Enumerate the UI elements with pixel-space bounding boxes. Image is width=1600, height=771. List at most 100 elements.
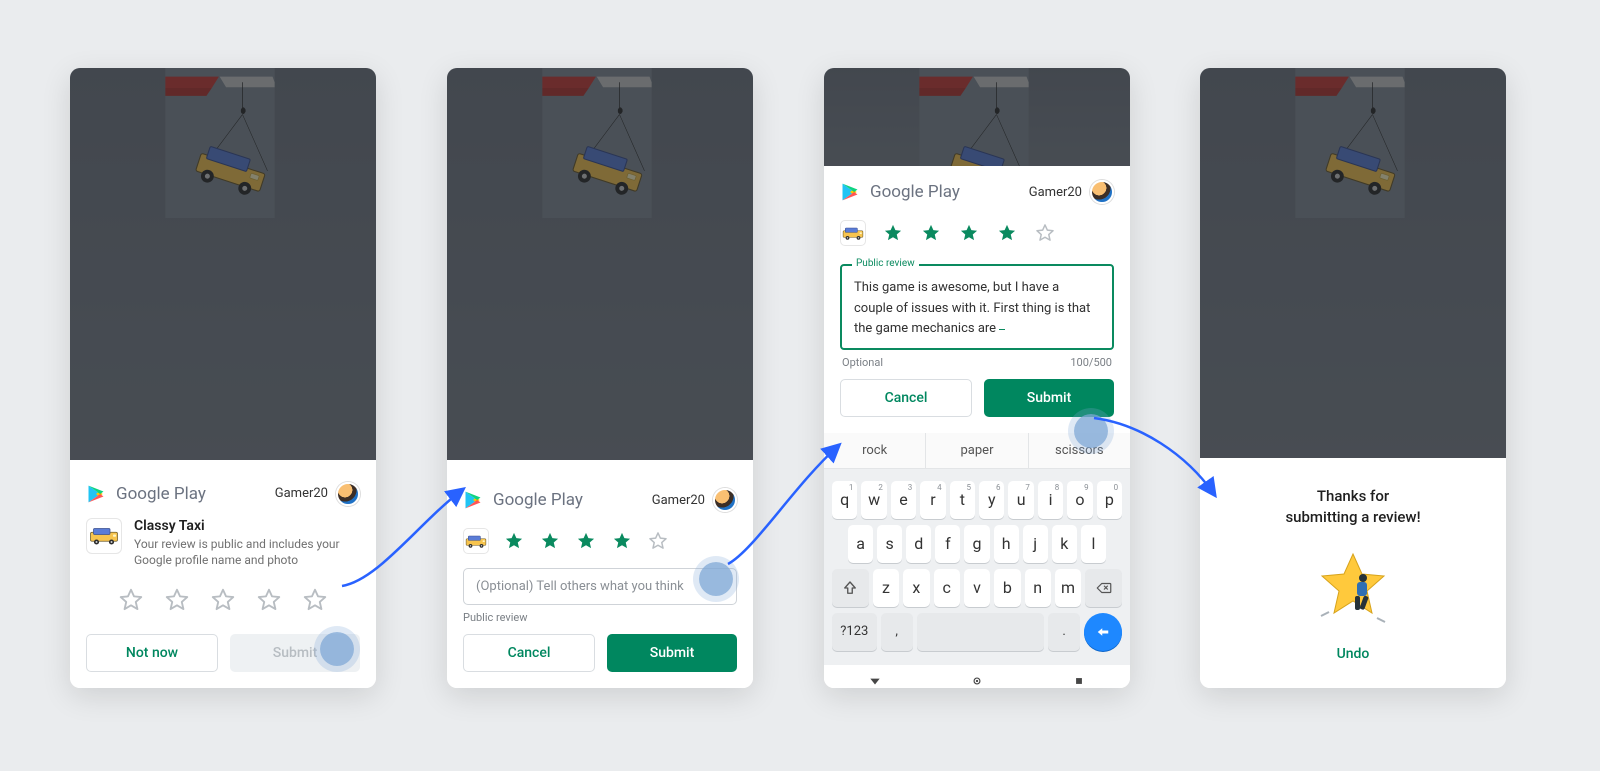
home-icon[interactable] <box>970 674 984 688</box>
key-p[interactable]: p0 <box>1097 481 1122 519</box>
key-i[interactable]: i8 <box>1038 481 1063 519</box>
star-5[interactable] <box>647 530 669 552</box>
key-j[interactable]: j <box>1023 525 1048 563</box>
review-text-input[interactable]: (Optional) Tell others what you think <box>463 568 737 605</box>
brand-text: Google Play <box>116 484 206 504</box>
key-t[interactable]: t5 <box>950 481 975 519</box>
optional-label: Optional <box>842 356 883 369</box>
android-navbar[interactable] <box>824 665 1130 688</box>
star-3[interactable] <box>209 586 237 614</box>
key-k[interactable]: k <box>1052 525 1077 563</box>
brand-text: Google Play <box>870 182 960 202</box>
backspace-key[interactable] <box>1085 569 1122 607</box>
char-counter: 100/500 <box>1070 356 1112 369</box>
game-backdrop <box>70 68 376 460</box>
key-c[interactable]: c <box>934 569 960 607</box>
sheet-header: Google Play Gamer20 <box>70 468 376 516</box>
key-s[interactable]: s <box>877 525 902 563</box>
field-helper-row: Optional 100/500 <box>824 354 1130 375</box>
star-rating-input[interactable] <box>70 574 376 624</box>
key-w[interactable]: w2 <box>861 481 886 519</box>
thanks-line-2: submitting a review! <box>1285 508 1420 526</box>
suggestion-1[interactable]: rock <box>824 433 925 468</box>
key-d[interactable]: d <box>906 525 931 563</box>
brand-text: Google Play <box>493 490 583 510</box>
key-e[interactable]: e3 <box>891 481 916 519</box>
star-5[interactable] <box>301 586 329 614</box>
star-2[interactable] <box>163 586 191 614</box>
key-v[interactable]: v <box>964 569 990 607</box>
star-1[interactable] <box>117 586 145 614</box>
user-chip[interactable]: Gamer20 <box>275 482 360 506</box>
key-b[interactable]: b <box>994 569 1020 607</box>
symbols-key[interactable]: ?123 <box>832 613 877 651</box>
key-q[interactable]: q1 <box>832 481 857 519</box>
touch-indicator <box>699 562 733 596</box>
star-4[interactable] <box>611 530 633 552</box>
google-play-brand: Google Play <box>840 182 960 202</box>
star-2[interactable] <box>920 222 942 244</box>
review-field-hint: Public review <box>447 607 753 624</box>
username: Gamer20 <box>652 493 705 508</box>
star-4[interactable] <box>996 222 1018 244</box>
key-y[interactable]: y6 <box>979 481 1004 519</box>
review-disclosure: Your review is public and includes your … <box>134 536 360 568</box>
crane-taxi-illustration <box>447 68 747 218</box>
touch-indicator <box>320 632 354 666</box>
person-carrying-star-icon <box>1313 550 1393 624</box>
cancel-button[interactable]: Cancel <box>840 379 972 417</box>
space-key[interactable] <box>917 613 1045 651</box>
app-icon <box>463 528 489 554</box>
star-1[interactable] <box>882 222 904 244</box>
username: Gamer20 <box>1029 185 1082 200</box>
undo-button[interactable]: Undo <box>1220 638 1486 670</box>
key-z[interactable]: z <box>873 569 899 607</box>
period-key[interactable]: . <box>1048 613 1080 651</box>
play-store-icon <box>463 490 483 510</box>
submit-button[interactable]: Submit <box>984 379 1114 417</box>
enter-key[interactable] <box>1084 613 1122 651</box>
shift-key[interactable] <box>832 569 869 607</box>
review-field-legend: Public review <box>852 258 919 269</box>
key-n[interactable]: n <box>1025 569 1051 607</box>
game-backdrop <box>447 68 753 460</box>
star-4[interactable] <box>255 586 283 614</box>
star-3[interactable] <box>958 222 980 244</box>
play-store-icon <box>86 484 106 504</box>
star-rating-input[interactable] <box>824 214 1130 254</box>
game-backdrop <box>1200 68 1506 458</box>
star-2[interactable] <box>539 530 561 552</box>
star-1[interactable] <box>503 530 525 552</box>
star-5[interactable] <box>1034 222 1056 244</box>
star-3[interactable] <box>575 530 597 552</box>
game-backdrop <box>824 68 1130 166</box>
recents-icon[interactable] <box>1072 674 1086 688</box>
key-g[interactable]: g <box>964 525 989 563</box>
not-now-button[interactable]: Not now <box>86 634 218 672</box>
suggestion-2[interactable]: paper <box>925 433 1027 468</box>
review-step-3: Google Play Gamer20 Public review This g… <box>824 68 1130 688</box>
key-x[interactable]: x <box>903 569 929 607</box>
key-a[interactable]: a <box>848 525 873 563</box>
key-m[interactable]: m <box>1055 569 1081 607</box>
key-l[interactable]: l <box>1081 525 1106 563</box>
key-h[interactable]: h <box>994 525 1019 563</box>
key-o[interactable]: o9 <box>1067 481 1092 519</box>
review-text-input[interactable]: Public review This game is awesome, but … <box>840 264 1114 350</box>
comma-key[interactable]: , <box>881 613 913 651</box>
key-f[interactable]: f <box>935 525 960 563</box>
cancel-button[interactable]: Cancel <box>463 634 595 672</box>
thanks-heading: Thanks for submitting a review! <box>1220 486 1486 528</box>
user-chip[interactable]: Gamer20 <box>1029 180 1114 204</box>
user-chip[interactable]: Gamer20 <box>652 488 737 512</box>
star-rating-input[interactable] <box>447 522 753 562</box>
text-cursor <box>999 329 1005 330</box>
google-play-brand: Google Play <box>463 490 583 510</box>
submit-button[interactable]: Submit <box>607 634 737 672</box>
soft-keyboard[interactable]: q1w2e3r4t5y6u7i8o9p0 asdfghjkl zxcvbnm ?… <box>824 469 1130 665</box>
app-info-row: Classy Taxi Your review is public and in… <box>70 516 376 574</box>
app-title: Classy Taxi <box>134 518 360 534</box>
key-r[interactable]: r4 <box>920 481 945 519</box>
back-icon[interactable] <box>868 674 882 688</box>
key-u[interactable]: u7 <box>1008 481 1033 519</box>
